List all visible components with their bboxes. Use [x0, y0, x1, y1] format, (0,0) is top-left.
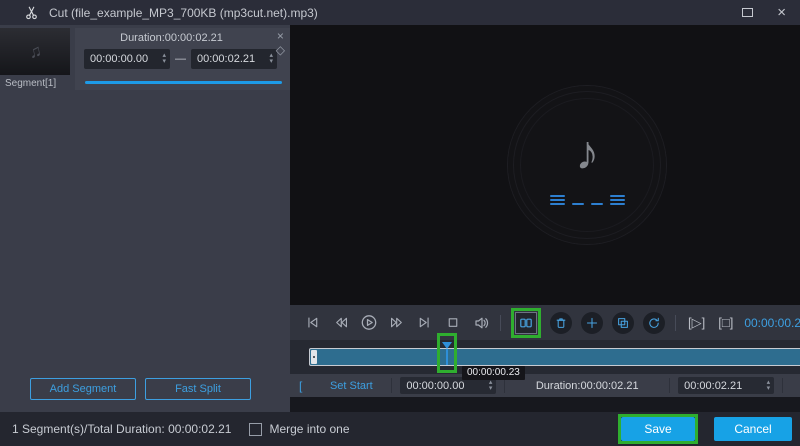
segment-start-spinner[interactable]: ▴ ▾ [162, 52, 166, 65]
audio-preview: ♪ [290, 25, 800, 305]
transport-bar: [▷] [□] 00:00:00.21/00:00:02.21 [290, 305, 800, 340]
reset-button[interactable] [643, 311, 665, 334]
skip-start-icon[interactable] [303, 314, 322, 331]
music-note-icon: ♪ [575, 126, 600, 180]
spinner-down-icon[interactable]: ▾ [269, 58, 273, 65]
stop-icon[interactable] [443, 314, 462, 331]
segment-progress-bar [85, 81, 282, 84]
segment-summary: 1 Segment(s)/Total Duration: 00:00:02.21 [12, 422, 232, 436]
segment-duration: Duration:00:00:02.21 [120, 32, 223, 44]
duration-label: Duration:00:00:02.21 [535, 379, 639, 392]
segment-label: Segment[1] [5, 78, 57, 89]
rewind-icon[interactable] [331, 314, 350, 331]
save-button[interactable]: Save [621, 417, 695, 441]
annotation-box-save: Save [618, 414, 698, 444]
scissors-icon [26, 6, 37, 20]
split-segment-button[interactable] [515, 311, 537, 334]
delete-segment-button[interactable] [550, 311, 572, 334]
segment-end-input[interactable]: 00:00:02.21 ▴ ▾ [191, 49, 277, 69]
segment-end-value: 00:00:02.21 [197, 53, 256, 65]
music-note-icon: ♫ [26, 40, 44, 62]
volume-icon[interactable] [471, 314, 490, 331]
set-start-button[interactable]: Set Start [311, 380, 391, 392]
cut-dialog: Cut (file_example_MP3_700KB (mp3cut.net)… [0, 0, 800, 446]
divider [391, 378, 393, 393]
add-button[interactable] [581, 311, 603, 334]
preview-panel: ♪ [▷] [□] 00:00:00.2 00:00:00.23 [Set S… [290, 25, 800, 412]
add-segment-button[interactable]: Add Segment [30, 378, 136, 400]
open-bracket-icon: [ [299, 378, 303, 393]
segment-panel: ♫ Segment[1] Duration:00:00:02.21 00:00:… [0, 25, 290, 412]
segment-start-value: 00:00:00.00 [90, 53, 149, 65]
segment-end-spinner[interactable]: ▴ ▾ [269, 52, 273, 65]
fast-forward-icon[interactable] [387, 314, 406, 331]
merge-checkbox[interactable] [249, 422, 263, 436]
footer-bar: 1 Segment(s)/Total Duration: 00:00:02.21… [0, 412, 800, 446]
spinner-down-icon[interactable]: ▾ [162, 58, 166, 65]
segment-thumbnail[interactable]: ♫ [0, 28, 70, 75]
end-time-value: 00:00:02.21 [684, 379, 743, 392]
timeline-row: 00:00:00.23 [290, 333, 800, 380]
annotation-box-playhead [437, 333, 457, 373]
maximize-button[interactable] [742, 8, 754, 17]
current-time: 00:00:00.21 [744, 315, 800, 330]
window-title: Cut (file_example_MP3_700KB (mp3cut.net)… [49, 5, 318, 20]
set-end-button[interactable]: Set End [783, 380, 800, 392]
spacer [290, 397, 800, 412]
merge-option: Merge into one [249, 422, 350, 436]
trim-start-handle[interactable] [311, 350, 317, 364]
equalizer-icon [549, 193, 625, 205]
start-time-spinner[interactable]: ▴ ▾ [489, 379, 493, 392]
skip-end-icon[interactable] [415, 314, 434, 331]
merge-label[interactable]: Merge into one [269, 422, 349, 436]
annotation-box-split [511, 307, 541, 338]
title-bar: Cut (file_example_MP3_700KB (mp3cut.net)… [0, 0, 800, 25]
cancel-button[interactable]: Cancel [714, 417, 792, 441]
segment-start-input[interactable]: 00:00:00.00 ▴ ▾ [84, 49, 170, 69]
segment-remove-icon[interactable]: × [277, 30, 284, 42]
spinner-down-icon[interactable]: ▾ [489, 385, 493, 392]
spinner-down-icon[interactable]: ▾ [767, 385, 771, 392]
end-time-spinner[interactable]: ▴ ▾ [767, 379, 771, 392]
vinyl-disc: ♪ [508, 86, 667, 244]
timeline-track[interactable] [309, 348, 800, 366]
playhead-tooltip: 00:00:00.23 [462, 366, 525, 380]
divider [500, 314, 501, 331]
time-display: 00:00:00.21/00:00:02.21 [744, 316, 800, 330]
divider [675, 314, 676, 331]
start-time-value: 00:00:00.00 [406, 379, 465, 392]
play-segment-button[interactable]: [▷] [686, 315, 707, 331]
divider [669, 378, 671, 393]
close-button[interactable]: × [777, 5, 786, 20]
end-time-input[interactable]: 00:00:02.21 ▴ ▾ [678, 377, 775, 394]
segment-detail: Duration:00:00:02.21 00:00:00.00 ▴ ▾ — 0… [75, 28, 290, 90]
range-dash: — [175, 53, 186, 65]
fast-split-button[interactable]: Fast Split [145, 378, 251, 400]
segment-locate-icon[interactable]: ◇ [276, 44, 285, 57]
play-icon[interactable] [359, 314, 378, 331]
trim-bar: [ Set Start 00:00:00.00 ▴ ▾ Duration:00:… [290, 374, 800, 397]
stop-segment-button[interactable]: [□] [716, 315, 735, 330]
copy-button[interactable] [612, 311, 634, 334]
